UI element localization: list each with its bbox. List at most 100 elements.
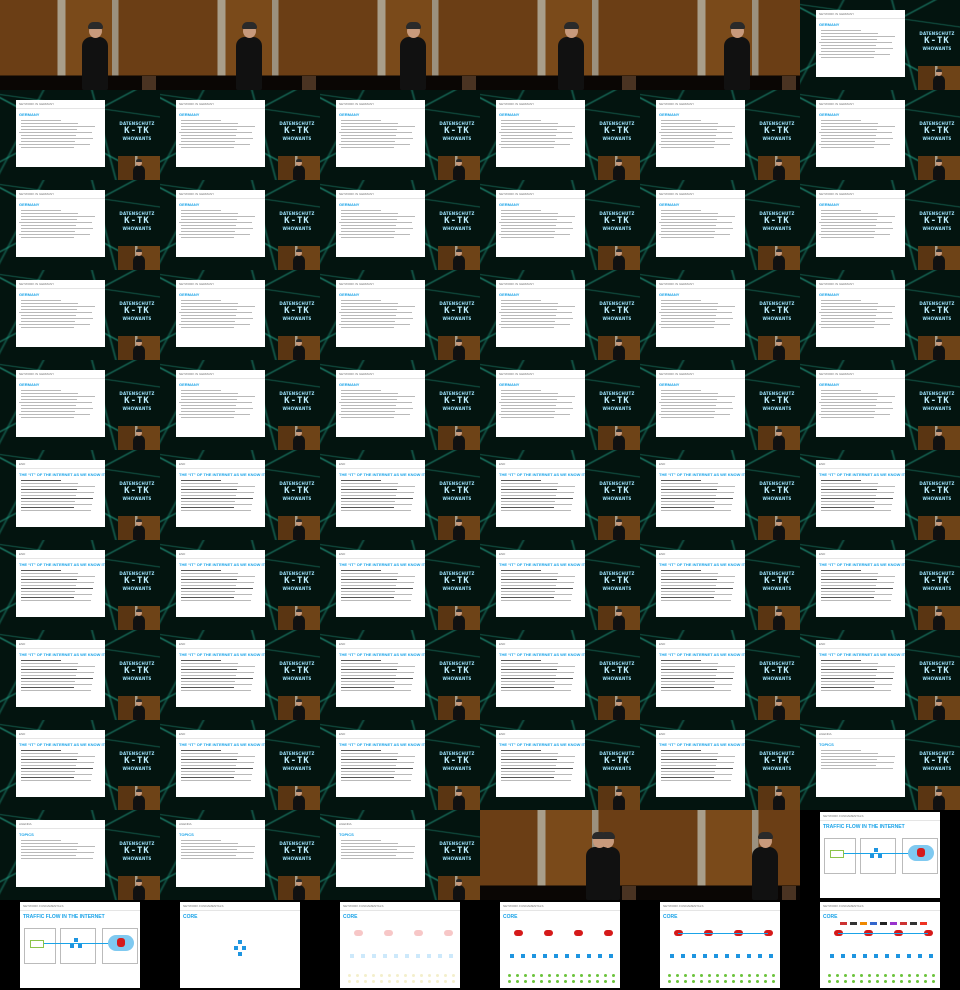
speaker bbox=[554, 22, 588, 90]
slide-text-line bbox=[181, 225, 236, 226]
video-frame: END THE “IT” OF THE INTERNET AS WE KNOW I… bbox=[160, 450, 320, 540]
slide-text-line bbox=[501, 120, 541, 121]
slide-header: NETWORK FUNDAMENTALS bbox=[820, 812, 940, 821]
speaker-hair bbox=[296, 699, 302, 702]
slide: END THE “IT” OF THE INTERNET AS WE KNOW I… bbox=[16, 640, 105, 707]
conference-logo: DATENSCHUTZ K-TK WHOWANTS bbox=[757, 116, 797, 146]
slide-header: END bbox=[816, 460, 905, 469]
slide-text-line bbox=[21, 399, 77, 400]
router-node bbox=[878, 854, 882, 858]
slide-text-line bbox=[821, 585, 876, 586]
end-user-dot bbox=[556, 974, 559, 977]
slide-text-line bbox=[21, 510, 91, 511]
end-user-dot bbox=[828, 974, 831, 977]
slide-text-line bbox=[501, 774, 572, 775]
speaker-body bbox=[773, 795, 785, 810]
logo-mark: K-TK bbox=[284, 126, 310, 136]
slide-text-line bbox=[341, 411, 395, 412]
speaker-hair bbox=[730, 22, 745, 29]
slide-text-line bbox=[21, 675, 76, 676]
slide: END THE “IT” OF THE INTERNET AS WE KNOW I… bbox=[496, 550, 585, 617]
slide-header: NETWORK IN GERMANY bbox=[336, 100, 425, 109]
slide: NETWORK IN GERMANY GERMANY bbox=[816, 280, 905, 347]
video-frame: END THE “IT” OF THE INTERNET AS WE KNOW I… bbox=[480, 630, 640, 720]
company-logo bbox=[850, 922, 857, 925]
slide-text-line bbox=[821, 123, 878, 124]
company-logo bbox=[890, 922, 897, 925]
slide-text-line bbox=[661, 327, 714, 328]
slide-text-line bbox=[21, 123, 78, 124]
slide-text-line bbox=[501, 147, 554, 148]
slide: END THE “IT” OF THE INTERNET AS WE KNOW I… bbox=[816, 640, 905, 707]
slide-text-line bbox=[659, 222, 732, 223]
slide-text-line bbox=[819, 222, 892, 223]
slide-text-line bbox=[21, 681, 75, 682]
slide-text-line bbox=[181, 327, 234, 328]
slide-text-line bbox=[821, 678, 893, 679]
end-user-dot bbox=[572, 974, 575, 977]
slide-title: THE “IT” OF THE INTERNET AS WE KNOW IT T… bbox=[499, 472, 585, 477]
slide-text-line bbox=[661, 228, 733, 229]
speaker-hair bbox=[456, 339, 462, 342]
end-user-dot bbox=[932, 980, 935, 983]
frame-grid: NETWORK IN GERMANY GERMANY DATENSCHUTZ K-TK… bbox=[0, 0, 960, 990]
logo-line: WHOWANTS bbox=[602, 496, 632, 501]
slide-text-line bbox=[21, 753, 78, 754]
slide-text-line bbox=[821, 225, 876, 226]
slide-text-line bbox=[501, 480, 541, 481]
slide-text-line bbox=[341, 771, 395, 772]
speaker bbox=[772, 339, 786, 360]
slide-text-line bbox=[21, 210, 61, 211]
slide-header: NETWORK FUNDAMENTALS bbox=[820, 902, 940, 911]
speaker-hair bbox=[296, 339, 302, 342]
end-user-dot bbox=[924, 974, 927, 977]
slide-text-line bbox=[341, 483, 398, 484]
slide-text-line bbox=[21, 483, 78, 484]
slide-text-line bbox=[181, 582, 254, 583]
slide-text-line bbox=[181, 504, 252, 505]
slide-text-line bbox=[501, 492, 574, 493]
slide-text-line bbox=[661, 591, 715, 592]
logo-line: WHOWANTS bbox=[762, 316, 792, 321]
slide-text-line bbox=[821, 228, 893, 229]
slide-text-line bbox=[21, 840, 61, 841]
speaker-body bbox=[293, 345, 305, 360]
speaker-inset bbox=[758, 156, 800, 180]
conference-logo: DATENSCHUTZ K-TK WHOWANTS bbox=[277, 836, 317, 866]
logo-mark: K-TK bbox=[764, 576, 790, 586]
slide-header: AGENDA bbox=[176, 820, 265, 829]
end-user-dot bbox=[716, 980, 719, 983]
slide-text-line bbox=[21, 390, 61, 391]
slide-text-line bbox=[661, 138, 733, 139]
slide-title: THE “IT” OF THE INTERNET AS WE KNOW IT T… bbox=[339, 562, 425, 567]
slide-text-line bbox=[499, 402, 572, 403]
video-frame: NETWORK FUNDAMENTALS TRAFFIC FLOW IN THE … bbox=[800, 810, 960, 900]
end-user-dot bbox=[772, 980, 775, 983]
conference-logo: DATENSCHUTZ K-TK WHOWANTS bbox=[597, 206, 637, 236]
slide-text-line bbox=[661, 318, 733, 319]
slide-text-line bbox=[21, 396, 95, 397]
slide-title: GERMANY bbox=[819, 22, 840, 27]
video-frame: NETWORK IN GERMANY GERMANY DATENSCHUTZ K-TK… bbox=[160, 270, 320, 360]
slide-text-line bbox=[21, 591, 75, 592]
logo-line: WHOWANTS bbox=[762, 676, 792, 681]
router-node bbox=[929, 954, 933, 958]
slide-text-line bbox=[21, 849, 77, 850]
speaker-hair bbox=[776, 429, 782, 432]
slide-text-line bbox=[181, 666, 255, 667]
slide-text-line bbox=[181, 594, 252, 595]
slide-text-line bbox=[341, 852, 414, 853]
speaker-body bbox=[613, 525, 625, 540]
conference-logo: DATENSCHUTZ K-TK WHOWANTS bbox=[277, 296, 317, 326]
speaker bbox=[292, 699, 306, 720]
video-frame: NETWORK IN GERMANY GERMANY DATENSCHUTZ K-TK… bbox=[0, 270, 160, 360]
slide-text-line bbox=[21, 417, 74, 418]
slide-text-line bbox=[501, 126, 575, 127]
slide-text-line bbox=[341, 858, 413, 859]
conference-logo: DATENSCHUTZ K-TK WHOWANTS bbox=[917, 566, 957, 596]
speaker bbox=[132, 519, 146, 540]
speaker-hair bbox=[776, 249, 782, 252]
speaker-body bbox=[293, 255, 305, 270]
slide-header: NETWORK IN GERMANY bbox=[496, 280, 585, 289]
speaker-body bbox=[613, 165, 625, 180]
